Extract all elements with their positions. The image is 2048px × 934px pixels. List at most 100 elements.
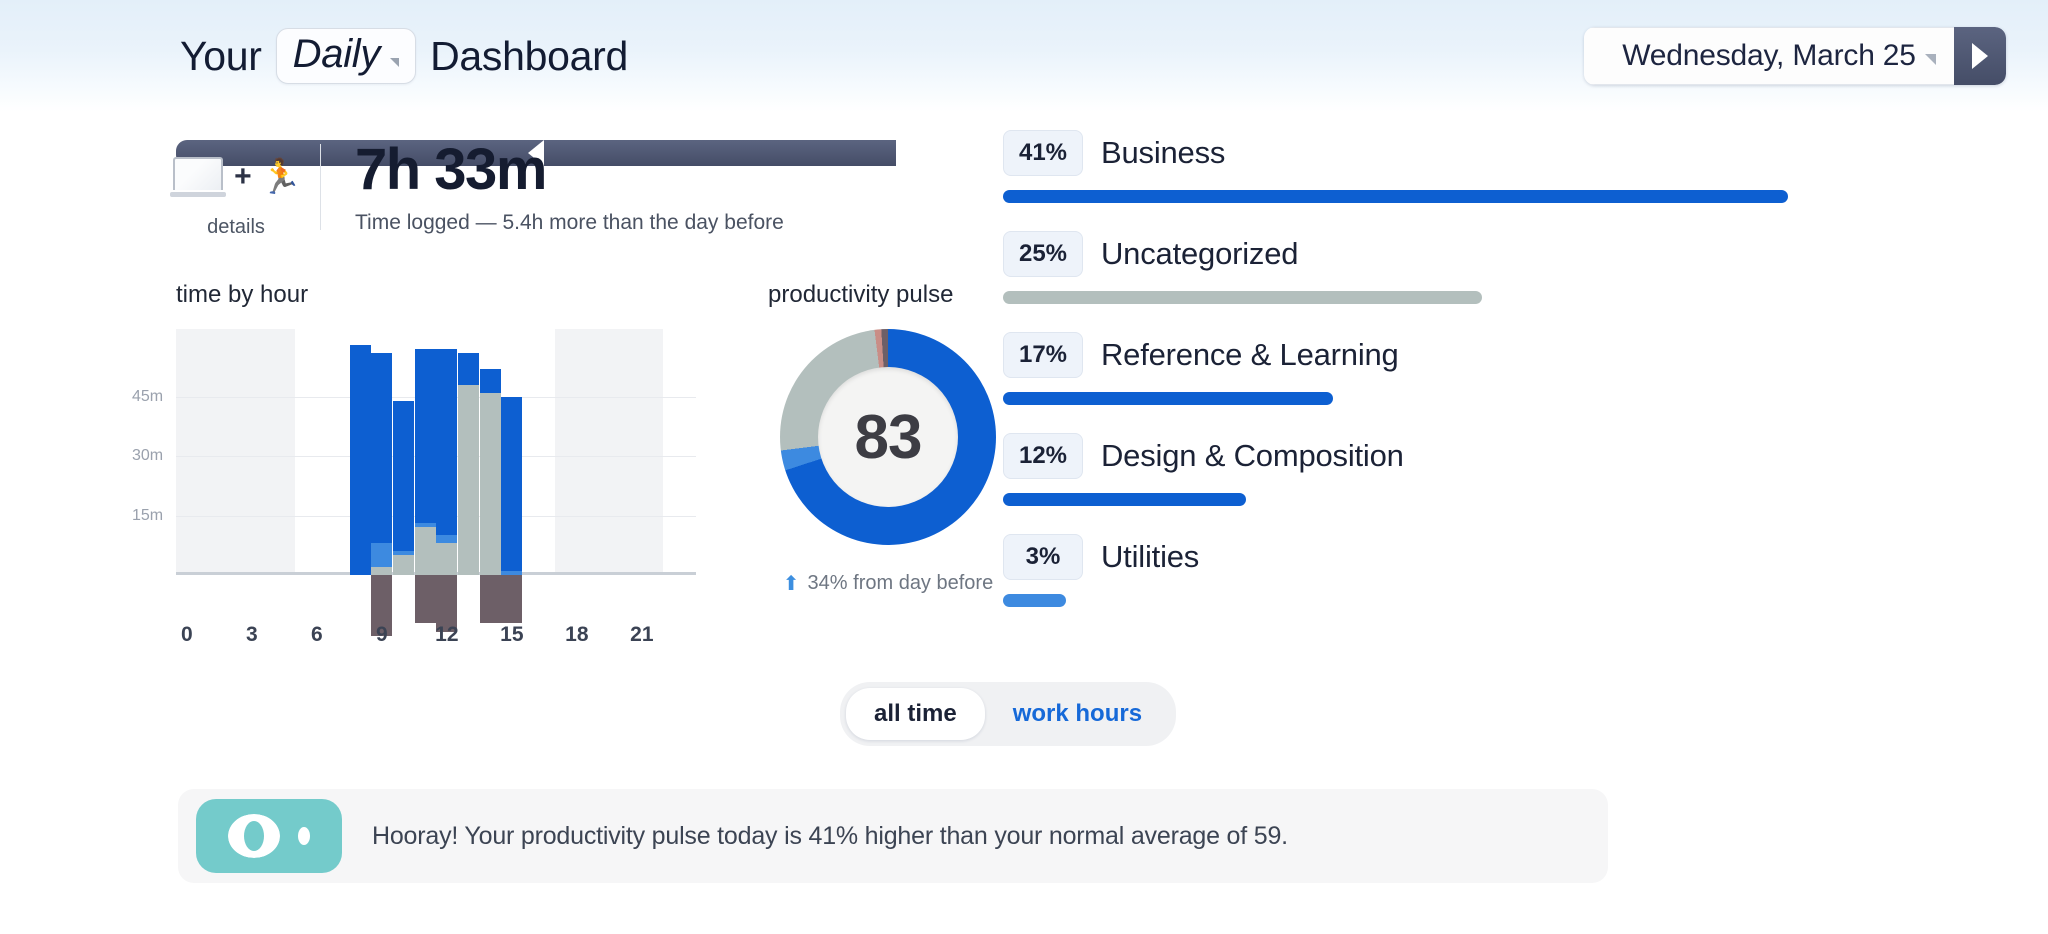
- bar-segment: [414, 348, 436, 524]
- bar-segment: [479, 368, 501, 393]
- plus-icon: +: [234, 160, 252, 193]
- category-bar: [1003, 594, 1066, 607]
- date-label: Wednesday, March 25: [1622, 39, 1916, 72]
- details-label: details: [207, 216, 265, 238]
- period-selector[interactable]: Daily: [275, 28, 417, 84]
- bar-segment: [393, 400, 414, 552]
- dashboard-page: Your Daily Dashboard Wednesday, March 25: [0, 0, 2048, 934]
- total-time-value: 7h 33m: [355, 137, 547, 202]
- category-header: 3% Utilities: [1003, 534, 1788, 580]
- category-percent-badge: 41%: [1003, 130, 1083, 176]
- tab-work-hours[interactable]: work hours: [985, 688, 1170, 740]
- eye-dot: [298, 827, 310, 845]
- off-hours-zone: [176, 329, 296, 575]
- tab-all-time[interactable]: all time: [846, 688, 985, 740]
- category-name: Design & Composition: [1101, 438, 1404, 473]
- time-summary: + 🏃 details 7h 33m Time logged — 5.4h mo…: [170, 137, 896, 239]
- details-link[interactable]: + 🏃 details: [170, 140, 302, 239]
- category-row[interactable]: 41% Business: [1003, 130, 1788, 203]
- triangle-right-icon: [1972, 43, 1988, 69]
- x-axis-label: 9: [375, 623, 388, 646]
- device-icons: + 🏃: [170, 148, 302, 206]
- page-title: Your Daily Dashboard: [176, 28, 632, 84]
- laptop-icon: [170, 157, 227, 197]
- time-scope-toggle-wrap: all time work hours: [840, 682, 1177, 746]
- hour-bar[interactable]: [349, 344, 371, 575]
- next-day-button[interactable]: [1954, 27, 2006, 85]
- bar-segment: [436, 543, 458, 575]
- bar-segment: [479, 392, 501, 575]
- category-bar: [1003, 493, 1247, 506]
- hour-bar[interactable]: [501, 396, 523, 623]
- bar-negative-segment: [501, 575, 523, 623]
- page-header: Your Daily Dashboard Wednesday, March 25: [0, 0, 2048, 166]
- bar-negative-inner: [501, 575, 523, 623]
- category-name: Reference & Learning: [1101, 337, 1399, 372]
- time-scope-toggle: all time work hours: [840, 682, 1177, 746]
- bar-segment: [371, 543, 393, 568]
- category-header: 12% Design & Composition: [1003, 433, 1788, 479]
- category-row[interactable]: 12% Design & Composition: [1003, 433, 1788, 506]
- bar-negative-inner: [479, 575, 501, 623]
- bar-segment: [414, 527, 436, 575]
- hour-bar[interactable]: [414, 348, 436, 623]
- triangle-down-icon: [390, 58, 400, 67]
- category-percent-badge: 3%: [1003, 534, 1083, 580]
- charts-row: time by hour 15m 30m 45m 0 3 6 9 12 15 18 21 produ…: [132, 281, 996, 646]
- bar-negative-segment: [371, 575, 393, 637]
- divider: [320, 144, 321, 230]
- time-logged-block: 7h 33m Time logged — 5.4h more than the …: [355, 137, 784, 235]
- category-row[interactable]: 3% Utilities: [1003, 534, 1788, 607]
- y-axis-label: 45m: [132, 387, 164, 405]
- hour-bar[interactable]: [479, 368, 501, 623]
- bar-segment: [436, 348, 458, 536]
- category-bar: [1003, 392, 1333, 405]
- date-picker[interactable]: Wednesday, March 25: [1584, 27, 1954, 85]
- category-header: 17% Reference & Learning: [1003, 332, 1788, 378]
- category-percent-badge: 12%: [1003, 433, 1083, 479]
- category-row[interactable]: 17% Reference & Learning: [1003, 332, 1788, 405]
- category-bar: [1003, 291, 1482, 304]
- title-suffix: Dashboard: [430, 32, 628, 79]
- bar-negative-segment: [414, 575, 436, 623]
- hour-bar[interactable]: [393, 400, 414, 575]
- insight-banner: Hooray! Your productivity pulse today is…: [178, 789, 1608, 883]
- productivity-pulse-title: productivity pulse: [768, 281, 954, 308]
- bar-segment: [436, 535, 458, 544]
- category-percent-badge: 25%: [1003, 231, 1083, 277]
- time-logged-subtitle: Time logged — 5.4h more than the day bef…: [355, 210, 784, 234]
- x-axis-label: 12: [435, 623, 459, 646]
- category-name: Uncategorized: [1101, 236, 1299, 271]
- bar-negative-inner: [414, 575, 436, 623]
- x-axis-label: 3: [245, 623, 258, 646]
- pulse-score: 83: [854, 402, 923, 472]
- x-axis-label: 15: [500, 623, 524, 646]
- time-by-hour-title: time by hour: [176, 281, 309, 308]
- time-by-hour-chart: time by hour 15m 30m 45m 0 3 6 9 12 15 18 21: [132, 281, 696, 646]
- y-axis-label: 15m: [132, 506, 164, 524]
- category-row[interactable]: 25% Uncategorized: [1003, 231, 1788, 304]
- hour-bar[interactable]: [458, 352, 479, 575]
- category-name: Utilities: [1101, 539, 1200, 574]
- insight-message: Hooray! Your productivity pulse today is…: [372, 821, 1288, 850]
- pulse-donut[interactable]: 83: [780, 329, 996, 545]
- category-list: 41% Business 25% Uncategorized 17% Reference …: [1003, 130, 1788, 635]
- category-percent-badge: 17%: [1003, 332, 1083, 378]
- date-navigator: Wednesday, March 25: [176, 27, 2006, 166]
- hour-bar[interactable]: [371, 352, 393, 637]
- hour-bar[interactable]: [436, 348, 458, 633]
- bar-negative-segment: [479, 575, 501, 623]
- bar-segment: [458, 384, 479, 575]
- productivity-pulse-chart: productivity pulse 83 ⬆ 34% from day bef…: [768, 281, 996, 596]
- x-axis-label: 21: [630, 623, 654, 646]
- category-bar: [1003, 190, 1788, 203]
- y-axis-label: 30m: [132, 447, 164, 464]
- arrow-up-icon: ⬆: [782, 573, 800, 595]
- bar-segment: [501, 396, 523, 572]
- pulse-score-hole: 83: [818, 367, 958, 507]
- hour-bar-plot[interactable]: 15m 30m 45m 0 3 6 9 12 15 18 21: [132, 329, 696, 646]
- triangle-down-icon: [1925, 54, 1936, 65]
- x-axis-label: 18: [565, 623, 589, 646]
- bar-negative-segment: [436, 575, 458, 633]
- category-header: 25% Uncategorized: [1003, 231, 1788, 277]
